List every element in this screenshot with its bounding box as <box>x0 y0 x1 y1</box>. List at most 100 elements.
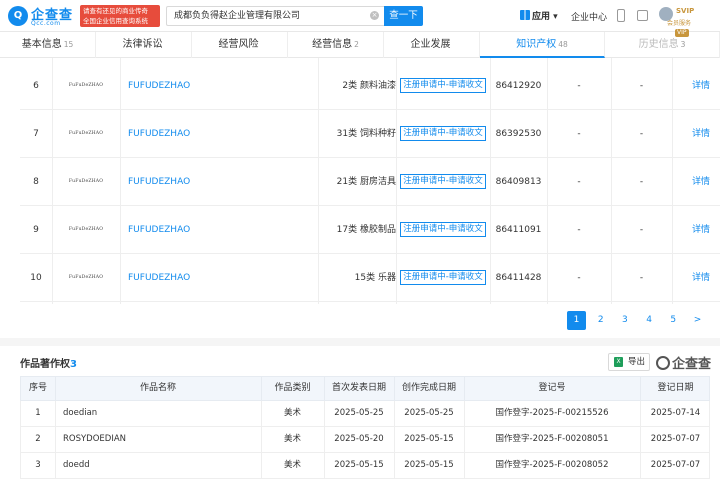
trademark-action[interactable]: 详情 <box>672 158 710 206</box>
trademark-image-text: FuFuDeZHAO <box>68 83 104 88</box>
tablet-icon[interactable] <box>637 10 648 21</box>
trademark-reg-no: 86409813 <box>495 177 542 187</box>
enterprise-center-link[interactable]: 企业中心 <box>571 10 607 23</box>
copyright-title-text: 作品著作权 <box>20 359 70 370</box>
page-button[interactable]: 1 <box>567 311 586 330</box>
qcc-logo-icon <box>656 356 670 370</box>
trademark-name[interactable]: FUFUDEZHAO <box>128 158 308 206</box>
tab-3[interactable]: 经营风险 <box>192 32 288 58</box>
slogan-line2: 全国企业信用查询系统 <box>83 17 148 25</box>
trademark-action[interactable]: 详情 <box>672 254 710 302</box>
next-page-button[interactable]: > <box>688 311 707 330</box>
column-divider <box>324 427 325 452</box>
column-divider <box>318 58 319 304</box>
tab-1[interactable]: 基本信息 15 <box>0 32 96 58</box>
trademark-category: 17类 橡胶制品 <box>336 225 396 235</box>
trademark-col8: - <box>639 129 644 139</box>
column-divider <box>261 427 262 452</box>
mobile-icon[interactable] <box>617 9 625 22</box>
trademark-name[interactable]: FUFUDEZHAO <box>128 206 308 254</box>
column-divider <box>611 58 612 304</box>
trademark-status: 注册申请中-申请收文 <box>396 254 490 302</box>
trademark-category: 31类 饲料种籽 <box>336 129 396 139</box>
copyright-section-title: 作品著作权3 <box>20 355 77 370</box>
copyright-cell: 2025-05-20 <box>334 434 384 444</box>
trademark-category: 21类 厨房洁具 <box>336 177 396 187</box>
column-divider <box>324 453 325 478</box>
column-divider <box>394 377 395 400</box>
app-menu[interactable]: 应用 ▾ <box>520 9 558 23</box>
tab-label: 知识产权 <box>516 39 557 50</box>
trademark-action[interactable]: 详情 <box>672 110 710 158</box>
trademark-action[interactable]: 详情 <box>672 206 710 254</box>
copyright-cell: 2025-05-25 <box>334 408 384 418</box>
clear-icon[interactable]: × <box>370 11 379 20</box>
column-divider <box>464 377 465 400</box>
copyright-cell: 2025-07-07 <box>650 434 701 444</box>
column-header: 序号 <box>28 383 47 393</box>
column-divider <box>55 427 56 452</box>
trademark-no: 8 <box>33 177 39 187</box>
column-header: 作品名称 <box>139 383 176 393</box>
column-header: 登记号 <box>538 383 566 393</box>
copyright-cell: doedian <box>63 408 98 418</box>
page-button[interactable]: 5 <box>664 311 683 330</box>
copyright-cell: 2025-05-15 <box>404 434 454 444</box>
status-badge: 注册申请中-申请收文 <box>400 126 486 141</box>
svip-badge[interactable]: SVIP <box>676 7 694 15</box>
trademark-status: 注册申请中-申请收文 <box>396 158 490 206</box>
trademark-image-text: FuFuDeZHAO <box>68 275 104 280</box>
trademark-name[interactable]: FUFUDEZHAO <box>128 62 308 110</box>
page-button[interactable]: 2 <box>591 311 610 330</box>
tab-5[interactable]: 企业发展 <box>384 32 480 58</box>
trademark-name[interactable]: FUFUDEZHAO <box>128 254 308 302</box>
copyright-count: 3 <box>70 359 77 370</box>
trademark-status: 注册申请中-申请收文 <box>396 62 490 110</box>
trademark-image-text: FuFuDeZHAO <box>68 179 104 184</box>
app-menu-label: 应用 <box>532 12 551 22</box>
tab-label: 基本信息 <box>21 39 62 50</box>
search-input[interactable]: 成都负负得赵企业管理有限公司 <box>166 6 384 26</box>
column-divider <box>394 427 395 452</box>
column-divider <box>324 401 325 426</box>
column-divider <box>261 401 262 426</box>
trademark-col7: - <box>577 177 581 187</box>
column-header: 登记日期 <box>657 383 694 393</box>
column-divider <box>640 427 641 452</box>
page-button[interactable]: 4 <box>640 311 659 330</box>
qcc-brand-text: 企查查 <box>672 357 712 372</box>
column-divider <box>547 58 548 304</box>
copyright-row: 3 doedd 美术 2025-05-15 2025-05-15 国作登字-2025-F-… <box>20 453 710 479</box>
trademark-image-text: FuFuDeZHAO <box>68 227 104 232</box>
trademark-no: 10 <box>30 273 42 283</box>
copyright-row: 2 ROSYDOEDIAN 美术 2025-05-20 2025-05-15 国作登字-2… <box>20 427 710 453</box>
copyright-cell: 国作登字-2025-F-00208051 <box>495 434 609 444</box>
tab-label: 经营信息 <box>312 39 353 50</box>
search-button[interactable]: 查一下 <box>384 6 423 26</box>
column-divider <box>464 453 465 478</box>
slogan-badge: 请查有还见的商业传奇 全国企业信用查询系统 <box>80 5 160 27</box>
trademark-action[interactable]: 详情 <box>672 62 710 110</box>
copyright-cell: 2 <box>35 434 41 444</box>
qcc-logo[interactable]: Q 企查查 Qcc.com <box>8 4 80 28</box>
column-divider <box>120 58 121 304</box>
trademark-status: 注册申请中-申请收文 <box>396 206 490 254</box>
trademark-reg-no: 86411428 <box>495 273 542 283</box>
tab-4[interactable]: 经营信息 2 <box>288 32 384 58</box>
copyright-cell: 2025-05-15 <box>334 460 384 470</box>
copyright-cell: 2025-05-15 <box>404 460 454 470</box>
trademark-no: 7 <box>33 129 39 139</box>
column-divider <box>55 401 56 426</box>
tab-2[interactable]: 法律诉讼 <box>96 32 192 58</box>
column-divider <box>490 58 491 304</box>
trademark-reg-no: 86412920 <box>495 81 542 91</box>
column-divider <box>55 377 56 400</box>
tab-7[interactable]: 历史信息 3 <box>605 32 720 58</box>
tab-6[interactable]: 知识产权 48 <box>480 32 605 58</box>
trademark-image-text: FuFuDeZHAO <box>68 131 104 136</box>
trademark-name[interactable]: FUFUDEZHAO <box>128 110 308 158</box>
member-service-link[interactable]: 会员服务 <box>667 18 691 27</box>
section-separator <box>0 338 720 346</box>
page-button[interactable]: 3 <box>615 311 634 330</box>
export-button[interactable]: X 导出 <box>608 353 650 371</box>
